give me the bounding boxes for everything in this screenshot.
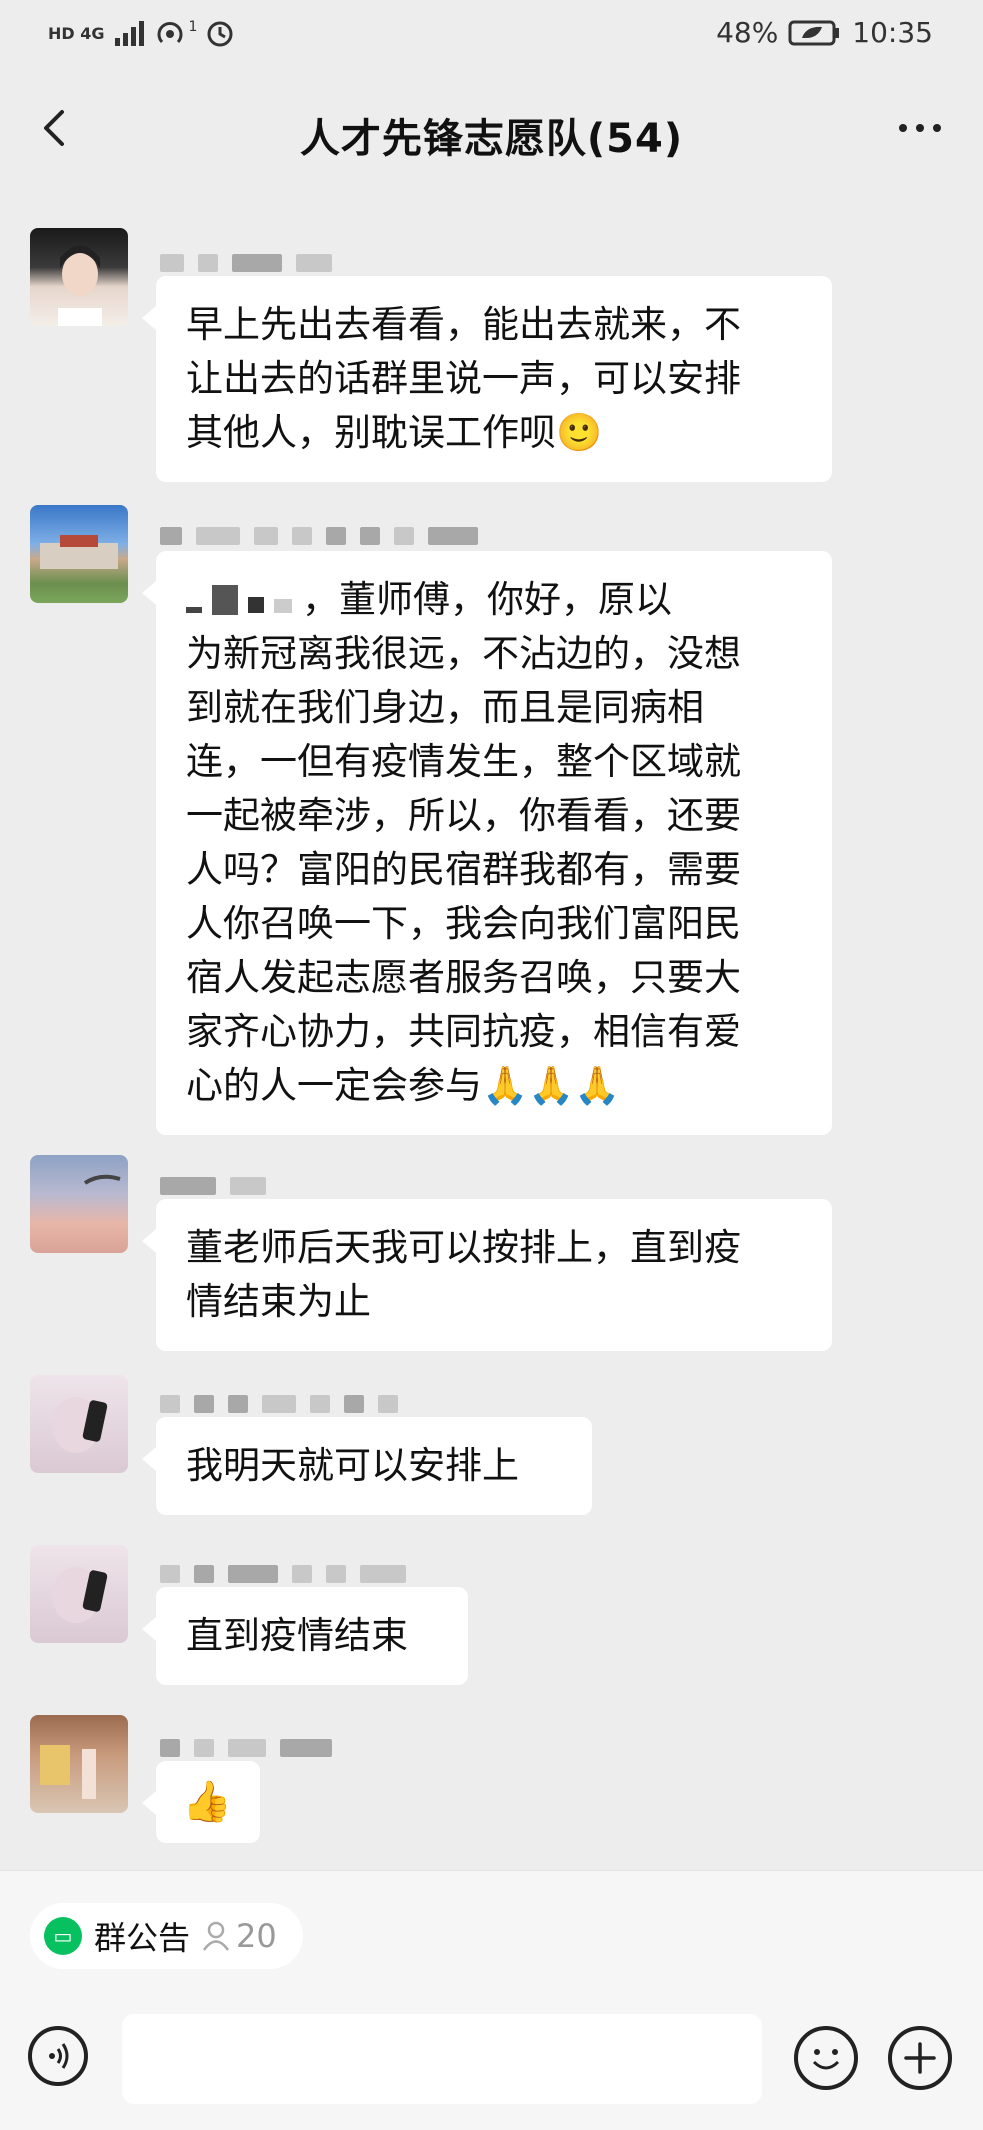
chat-header: 人才先锋志愿队(54): [0, 68, 983, 194]
plus-button[interactable]: [888, 2026, 952, 2090]
signal-icon: [114, 21, 144, 46]
message-line: 人吗？富阳的民宿群我都有，需要: [186, 848, 741, 891]
more-button[interactable]: [885, 98, 955, 158]
clock-time: 10:35: [852, 16, 933, 49]
emoji-icon: [812, 2049, 840, 2070]
group-notice-button[interactable]: ▭ 群公告 20: [30, 1903, 303, 1969]
avatar[interactable]: [30, 505, 128, 603]
notice-label: 群公告: [94, 1919, 191, 1957]
status-icons-left: HD 4G 1: [48, 18, 235, 48]
avatar[interactable]: [30, 1155, 128, 1253]
message-line: 情结束为止: [186, 1280, 371, 1323]
chat-title: 人才先锋志愿队(54): [299, 116, 684, 162]
message-line: 我明天就可以安排上: [186, 1444, 519, 1487]
status-icons-right: 48% 10:35: [716, 16, 933, 49]
sender-name-redacted: [160, 1175, 266, 1197]
emoji-button[interactable]: [794, 2026, 858, 2090]
message-bubble[interactable]: 我明天就可以安排上: [142, 1417, 592, 1515]
sender-name-redacted: [160, 1563, 406, 1585]
message-line: 早上先出去看看，能出去就来，不: [186, 303, 741, 346]
battery-icon: [788, 20, 840, 45]
avatar[interactable]: [30, 1545, 128, 1643]
alarm-icon: [207, 21, 233, 47]
message-line: 董老师后天我可以按排上，直到疫: [186, 1226, 741, 1269]
message-bubble[interactable]: 早上先出去看看，能出去就来，不 让出去的话群里说一声，可以安排 其他人，别耽误工…: [142, 276, 832, 482]
message-line: 到就在我们身边，而且是同病相: [186, 686, 704, 729]
message-line: 人你召唤一下，我会向我们富阳民: [186, 902, 741, 945]
message-line: 一起被牵涉，所以，你看看，还要: [186, 794, 741, 837]
sender-name-redacted: [160, 1393, 398, 1415]
notice-icon: ▭: [44, 1917, 82, 1955]
network-indicator: HD 4G: [48, 23, 105, 43]
avatar[interactable]: [30, 1375, 128, 1473]
message-line: 直到疫情结束: [186, 1614, 408, 1657]
battery-percent: 48%: [716, 16, 779, 49]
message-line: 家齐心协力，共同抗疫，相信有爱: [186, 1010, 741, 1053]
more-horizontal-icon: [899, 124, 941, 132]
message-bubble[interactable]: 👍: [142, 1761, 260, 1843]
hotspot-count: 1: [188, 19, 198, 35]
sender-name-redacted: [160, 252, 332, 274]
message-bubble[interactable]: 直到疫情结束: [142, 1587, 468, 1685]
message-line: 为新冠离我很远，不沾边的，没想: [186, 632, 741, 675]
avatar[interactable]: [30, 228, 128, 326]
plus-icon: [904, 2042, 936, 2074]
message-input[interactable]: [122, 2014, 762, 2104]
member-count: 20: [202, 1917, 277, 1955]
sender-name-redacted: [160, 1737, 332, 1759]
mention-redacted: [186, 585, 292, 615]
status-bar: HD 4G 1 48% 10:35: [0, 0, 983, 68]
message-bubble[interactable]: 董老师后天我可以按排上，直到疫 情结束为止: [142, 1199, 832, 1351]
hotspot-icon: [157, 22, 183, 44]
message-line: 让出去的话群里说一声，可以安排: [186, 357, 741, 400]
thumbs-up-emoji: 👍: [182, 1779, 232, 1825]
voice-icon: [49, 2043, 69, 2069]
message-line: 宿人发起志愿者服务召唤，只要大: [186, 956, 741, 999]
chat-input-area: ▭ 群公告 20: [0, 1870, 983, 2130]
message-line: 心的人一定会参与🙏🙏🙏: [186, 1064, 621, 1107]
message-bubble[interactable]: ，董师傅，你好，原以 为新冠离我很远，不沾边的，没想 到就在我们身边，而且是同病…: [142, 551, 832, 1135]
message-line: 其他人，别耽误工作呗🙂: [186, 411, 603, 454]
sender-name-redacted: [160, 525, 478, 547]
message-line: ，董师傅，你好，原以: [186, 573, 802, 627]
person-icon: [202, 1921, 230, 1951]
message-line: 连，一但有疫情发生，整个区域就: [186, 740, 741, 783]
avatar[interactable]: [30, 1715, 128, 1813]
voice-button[interactable]: [28, 2026, 88, 2086]
